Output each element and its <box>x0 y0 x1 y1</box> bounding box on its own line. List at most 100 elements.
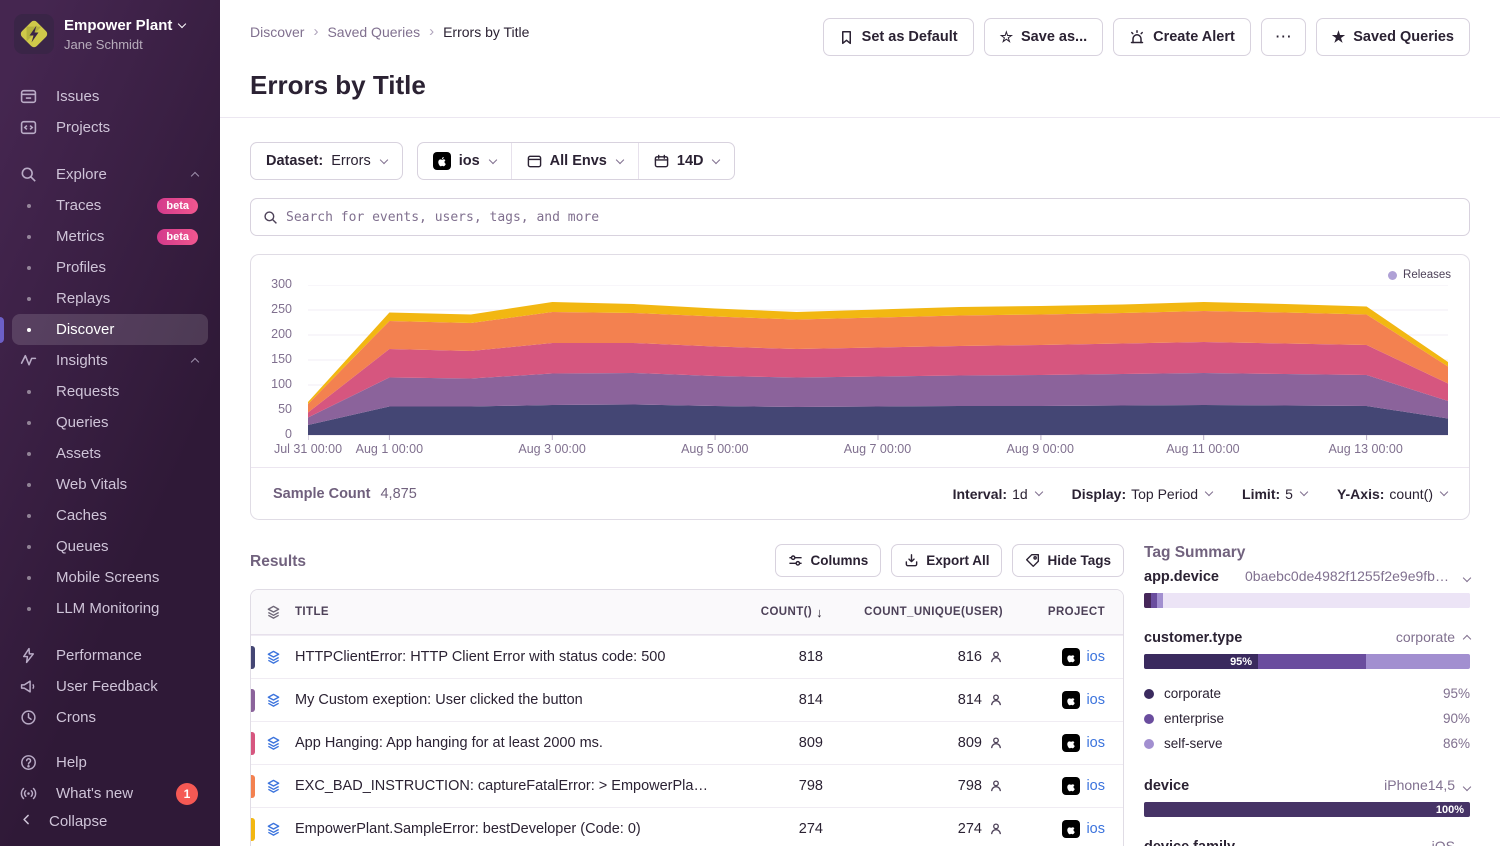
sidebar-item-replays[interactable]: Replays <box>12 283 208 314</box>
interval-selector[interactable]: Interval:1d <box>953 486 1042 502</box>
limit-selector[interactable]: Limit:5 <box>1242 486 1307 502</box>
sidebar: Empower Plant Jane Schmidt Issues Projec… <box>0 0 220 846</box>
sidebar-item-discover[interactable]: Discover <box>12 314 208 345</box>
table-row[interactable]: EmpowerPlant.SampleError: bestDeveloper … <box>251 807 1123 846</box>
row-count-unique: 814 <box>958 692 982 708</box>
environment-selector[interactable]: All Envs <box>511 143 638 179</box>
sidebar-item-performance[interactable]: Performance <box>12 640 208 671</box>
beta-badge: beta <box>157 198 198 214</box>
sidebar-item-issues[interactable]: Issues <box>12 81 208 112</box>
chevron-down-icon <box>1205 488 1213 496</box>
chevron-up-icon <box>191 172 199 180</box>
stack-icon <box>251 605 295 620</box>
column-count-unique[interactable]: COUNT_UNIQUE(USER) <box>837 606 1017 618</box>
display-selector[interactable]: Display:Top Period <box>1072 486 1212 502</box>
search-input[interactable] <box>286 210 1457 225</box>
search-icon <box>20 166 48 183</box>
series-color-chip <box>251 732 255 755</box>
sidebar-item-user-feedback[interactable]: User Feedback <box>12 671 208 702</box>
table-row[interactable]: HTTPClientError: HTTP Client Error with … <box>251 635 1123 678</box>
tag-section-header[interactable]: customer.type corporate <box>1144 629 1470 646</box>
column-project[interactable]: PROJECT <box>1017 606 1123 618</box>
content: Dataset: Errors ios All Envs 14D <box>220 118 1500 846</box>
save-as-button[interactable]: ☆ Save as... <box>984 18 1104 56</box>
org-logo <box>14 14 54 54</box>
set-as-default-button[interactable]: Set as Default <box>823 18 974 56</box>
project-link[interactable]: ios <box>1086 649 1105 665</box>
user-icon <box>989 736 1003 750</box>
sidebar-item-explore[interactable]: Explore <box>12 159 208 190</box>
project-link[interactable]: ios <box>1086 692 1105 708</box>
results-table: TITLE COUNT()↓ COUNT_UNIQUE(USER) PROJEC… <box>250 589 1124 846</box>
table-row[interactable]: My Custom exeption: User clicked the but… <box>251 678 1123 721</box>
create-alert-button[interactable]: Create Alert <box>1113 18 1251 56</box>
tag-section-device-family: device.family iOS 100% <box>1144 838 1470 846</box>
stack-icon[interactable] <box>251 779 295 794</box>
project-link[interactable]: ios <box>1086 821 1105 837</box>
org-switcher[interactable]: Empower Plant Jane Schmidt <box>0 0 220 64</box>
row-title: My Custom exeption: User clicked the but… <box>295 692 727 708</box>
sidebar-item-queues[interactable]: Queues <box>12 531 208 562</box>
tag-value-item[interactable]: enterprise 90% <box>1144 706 1470 731</box>
sidebar-item-requests[interactable]: Requests <box>12 376 208 407</box>
sidebar-item-caches[interactable]: Caches <box>12 500 208 531</box>
project-link[interactable]: ios <box>1086 778 1105 794</box>
sidebar-item-mobile-screens[interactable]: Mobile Screens <box>12 562 208 593</box>
more-options-button[interactable]: ⋯ <box>1261 18 1306 56</box>
user-icon <box>989 822 1003 836</box>
export-all-button[interactable]: Export All <box>891 544 1002 577</box>
tag-section-header[interactable]: device iPhone14,5 <box>1144 777 1470 794</box>
sidebar-item-projects[interactable]: Projects <box>12 112 208 143</box>
sidebar-item-whats-new[interactable]: What's new 1 <box>12 778 208 809</box>
chart-legend-releases[interactable]: Releases <box>1388 269 1451 281</box>
row-count: 814 <box>727 692 837 708</box>
sidebar-item-crons[interactable]: Crons <box>12 702 208 733</box>
sidebar-item-web-vitals[interactable]: Web Vitals <box>12 469 208 500</box>
tag-value-item[interactable]: corporate 95% <box>1144 681 1470 706</box>
sidebar-item-assets[interactable]: Assets <box>12 438 208 469</box>
table-row[interactable]: EXC_BAD_INSTRUCTION: captureFatalError: … <box>251 764 1123 807</box>
org-user: Jane Schmidt <box>64 37 185 52</box>
column-count[interactable]: COUNT()↓ <box>727 605 837 620</box>
stack-icon[interactable] <box>251 822 295 837</box>
yaxis-selector[interactable]: Y-Axis:count() <box>1337 486 1447 502</box>
tag-distribution-bar: 100% <box>1144 802 1470 817</box>
sidebar-item-llm-monitoring[interactable]: LLM Monitoring <box>12 593 208 624</box>
breadcrumb-discover[interactable]: Discover <box>250 24 304 40</box>
project-selector[interactable]: ios <box>418 143 511 179</box>
hide-tags-button[interactable]: Hide Tags <box>1012 544 1124 577</box>
table-row[interactable]: App Hanging: App hanging for at least 20… <box>251 721 1123 764</box>
sort-desc-icon: ↓ <box>816 605 823 620</box>
tag-value-item[interactable]: self-serve 86% <box>1144 731 1470 756</box>
stack-icon[interactable] <box>251 736 295 751</box>
user-icon <box>989 650 1003 664</box>
row-count: 798 <box>727 778 837 794</box>
dataset-selector[interactable]: Dataset: Errors <box>250 142 403 180</box>
sidebar-nav: Issues Projects Explore Traces beta Metr… <box>0 64 220 813</box>
saved-queries-button[interactable]: ★ Saved Queries <box>1316 18 1470 56</box>
stack-icon[interactable] <box>251 693 295 708</box>
sidebar-item-queries[interactable]: Queries <box>12 407 208 438</box>
value-dot <box>1144 739 1154 749</box>
columns-button[interactable]: Columns <box>775 544 881 577</box>
sidebar-item-traces[interactable]: Traces beta <box>12 190 208 221</box>
chart-area[interactable]: Releases 050100150200250300 Jul 31 00:00… <box>251 255 1469 467</box>
tag-section-header[interactable]: device.family iOS <box>1144 838 1470 846</box>
time-range-selector[interactable]: 14D <box>638 143 735 179</box>
sidebar-item-metrics[interactable]: Metrics beta <box>12 221 208 252</box>
sidebar-collapse-button[interactable]: Collapse <box>0 813 220 846</box>
series-color-chip <box>251 775 255 798</box>
column-title[interactable]: TITLE <box>295 606 727 618</box>
sidebar-item-insights[interactable]: Insights <box>12 345 208 376</box>
sidebar-item-profiles[interactable]: Profiles <box>12 252 208 283</box>
chart-svg <box>308 285 1448 441</box>
breadcrumb-saved-queries[interactable]: Saved Queries <box>327 24 420 40</box>
stack-icon[interactable] <box>251 650 295 665</box>
tag-section-header[interactable]: app.device 0baebc0de4982f1255f2e9e9fb7… <box>1144 568 1470 585</box>
chevron-down-icon <box>178 20 186 28</box>
project-link[interactable]: ios <box>1086 735 1105 751</box>
row-title: HTTPClientError: HTTP Client Error with … <box>295 649 727 665</box>
series-color-chip <box>251 818 255 841</box>
sidebar-item-help[interactable]: Help <box>12 747 208 778</box>
series-color-chip <box>251 689 255 712</box>
